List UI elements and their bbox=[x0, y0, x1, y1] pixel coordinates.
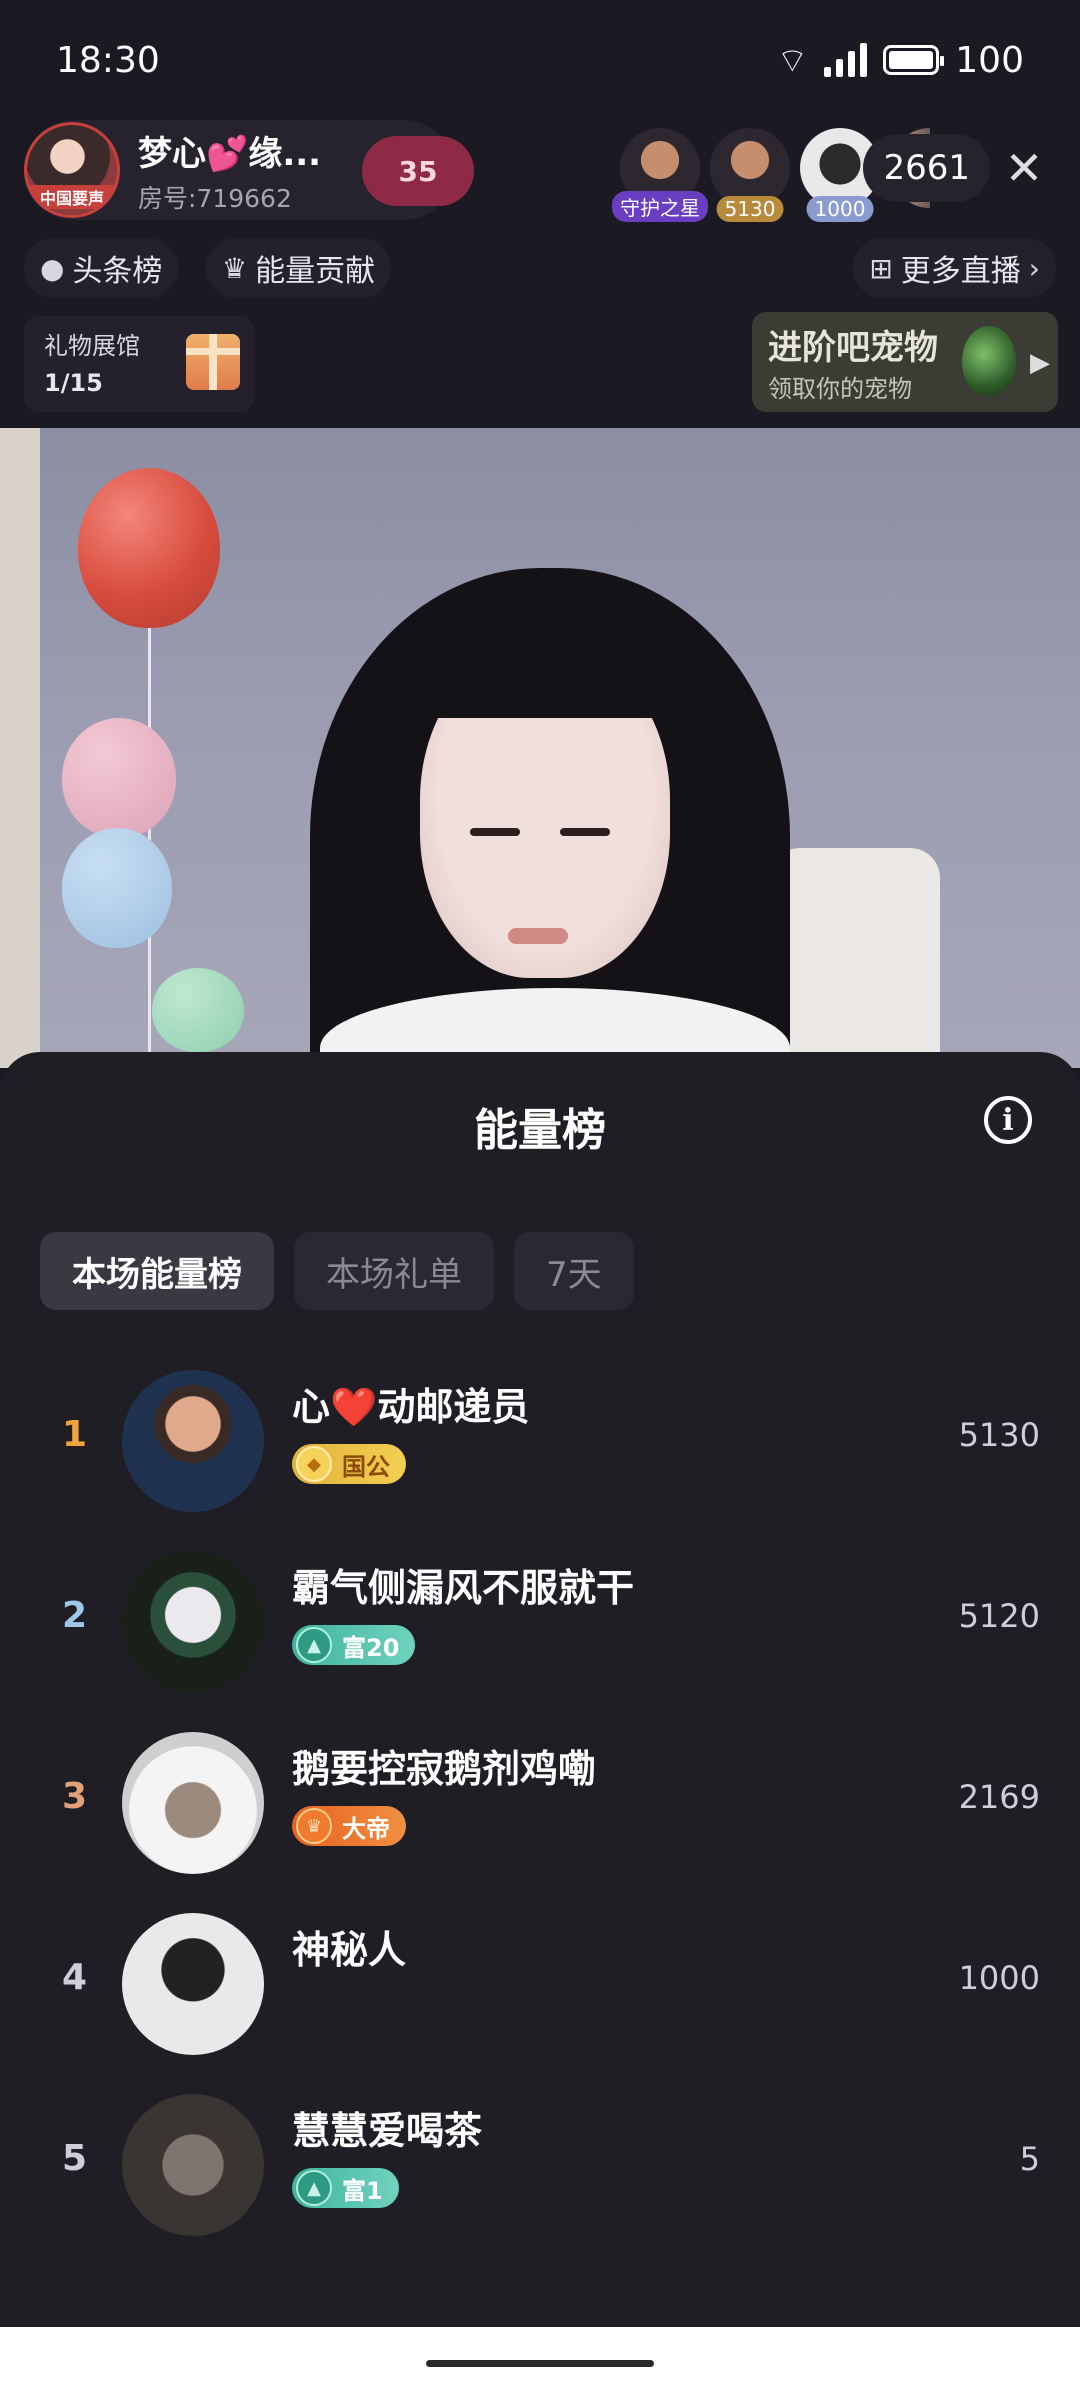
battery-level: 100 bbox=[955, 39, 1024, 81]
balloon-blue bbox=[62, 828, 172, 948]
drop-icon: ● bbox=[40, 251, 65, 285]
avatar[interactable] bbox=[122, 2094, 264, 2236]
level-badge: ◆ 国公 bbox=[292, 1444, 406, 1484]
streamer-eye bbox=[470, 828, 520, 836]
headline-chip[interactable]: ● 头条榜 bbox=[24, 238, 179, 298]
user-name: 神秘人 bbox=[292, 1928, 407, 1972]
viewer-count-button[interactable]: 2661 bbox=[863, 134, 990, 202]
level-badge: ▲ 富1 bbox=[292, 2168, 399, 2208]
follow-lip-button[interactable]: 35 bbox=[362, 136, 474, 206]
level-badge: ▲ 富20 bbox=[292, 1625, 416, 1665]
energy-score: 2169 bbox=[958, 1778, 1040, 1816]
rank-number: 5 bbox=[62, 2138, 88, 2179]
viewer-avatar[interactable]: 5130 bbox=[710, 128, 790, 222]
badge-label: 国公 bbox=[342, 1452, 390, 1481]
wifi-icon: ⌔ bbox=[776, 40, 809, 81]
emperor-icon: ♛ bbox=[296, 1808, 332, 1844]
energy-score: 5 bbox=[1019, 2140, 1040, 2178]
header-chips: ● 头条榜 ♛ 能量贡献 ⊞ 更多直播 › bbox=[24, 238, 1056, 298]
grid-icon: ⊞ bbox=[869, 251, 893, 285]
crown-icon: ♛ bbox=[222, 251, 248, 285]
chair bbox=[770, 848, 940, 1068]
streamer-fringe bbox=[430, 578, 660, 718]
status-time: 18:30 bbox=[56, 39, 160, 81]
live-video[interactable] bbox=[0, 428, 1080, 1068]
battery-icon bbox=[883, 45, 945, 75]
rank-number: 2 bbox=[62, 1595, 88, 1636]
list-item[interactable]: 5 慧慧爱喝茶 ▲ 富1 5 bbox=[0, 2076, 1080, 2257]
list-item[interactable]: 1 心❤️动邮递员 ◆ 国公 5130 bbox=[0, 1352, 1080, 1533]
leaderboard-tabs: 本场能量榜 本场礼单 7天 bbox=[40, 1232, 634, 1310]
avatar[interactable] bbox=[122, 1551, 264, 1693]
status-bar: 18:30 ⌔ 100 bbox=[0, 0, 1080, 120]
user-name: 霸气侧漏风不服就干 bbox=[292, 1566, 635, 1610]
signal-icon bbox=[824, 43, 868, 77]
play-arrow-icon: ▶ bbox=[1030, 348, 1050, 378]
energy-label: 能量贡献 bbox=[255, 254, 376, 289]
user-name: 鹅要控寂鹅剂鸡嘞 bbox=[292, 1747, 597, 1791]
rank-number: 3 bbox=[62, 1776, 88, 1817]
host-card[interactable]: 中国要声 梦心💕缘... 房号:719662 35 bbox=[24, 120, 474, 220]
host-name: 梦心💕缘... bbox=[138, 133, 322, 174]
energy-leaderboard-sheet: 能量榜 i 本场能量榜 本场礼单 7天 1 心❤️动邮递员 ◆ 国公 5130 … bbox=[0, 1052, 1080, 2327]
live-header: 中国要声 梦心💕缘... 房号:719662 35 守护之星 5130 1000 bbox=[0, 120, 1080, 430]
video-wall bbox=[0, 428, 40, 1068]
level-badge: ♛ 大帝 bbox=[292, 1806, 406, 1846]
duke-icon: ◆ bbox=[296, 1446, 332, 1482]
energy-score: 5120 bbox=[958, 1597, 1040, 1635]
viewer-tag: 5130 bbox=[716, 196, 784, 222]
pet-egg-icon bbox=[962, 326, 1016, 396]
avatar[interactable] bbox=[122, 1913, 264, 2055]
tab-seven-days[interactable]: 7天 bbox=[514, 1232, 634, 1310]
energy-chip[interactable]: ♛ 能量贡献 bbox=[206, 238, 392, 298]
viewer-tag: 1000 bbox=[806, 196, 874, 222]
avatar[interactable] bbox=[122, 1370, 264, 1512]
badge-label: 富20 bbox=[342, 1633, 400, 1662]
info-icon[interactable]: i bbox=[984, 1096, 1032, 1144]
more-live-label: 更多直播 bbox=[900, 254, 1021, 289]
chevron-right-icon: › bbox=[1028, 251, 1040, 285]
list-item[interactable]: 4 神秘人 1000 bbox=[0, 1895, 1080, 2076]
sheet-title: 能量榜 bbox=[474, 1105, 606, 1156]
rank-number: 4 bbox=[62, 1957, 88, 1998]
energy-score: 5130 bbox=[958, 1416, 1040, 1454]
host-tag: 中国要声 bbox=[27, 185, 117, 209]
rank-number: 1 bbox=[62, 1414, 88, 1455]
close-icon[interactable]: ✕ bbox=[994, 134, 1054, 202]
headline-label: 头条榜 bbox=[72, 254, 163, 289]
home-gesture-handle[interactable] bbox=[426, 2360, 654, 2367]
user-name: 心❤️动邮递员 bbox=[292, 1385, 530, 1429]
pet-banner[interactable]: 进阶吧宠物 领取你的宠物 ▶ bbox=[752, 312, 1058, 412]
leaderboard-list: 1 心❤️动邮递员 ◆ 国公 5130 2 霸气侧漏风不服就干 ▲ 富20 51… bbox=[0, 1352, 1080, 2257]
viewer-tag: 守护之星 bbox=[612, 191, 708, 222]
streamer-eye bbox=[560, 828, 610, 836]
wealth-icon: ▲ bbox=[296, 2170, 332, 2206]
more-live-chip[interactable]: ⊞ 更多直播 › bbox=[853, 238, 1056, 298]
tab-session-gifts[interactable]: 本场礼单 bbox=[294, 1232, 494, 1310]
system-nav-bar bbox=[0, 2327, 1080, 2400]
lip-count: 35 bbox=[398, 154, 438, 188]
host-avatar[interactable]: 中国要声 bbox=[24, 122, 120, 218]
badge-label: 大帝 bbox=[342, 1814, 390, 1843]
user-name: 慧慧爱喝茶 bbox=[292, 2109, 483, 2153]
balloon-green bbox=[152, 968, 244, 1052]
status-icons: ⌔ 100 bbox=[776, 39, 1024, 82]
viewer-count: 2661 bbox=[883, 148, 970, 188]
badge-label: 富1 bbox=[342, 2176, 383, 2205]
room-number: 房号:719662 bbox=[138, 183, 292, 213]
avatar[interactable] bbox=[122, 1732, 264, 1874]
list-item[interactable]: 2 霸气侧漏风不服就干 ▲ 富20 5120 bbox=[0, 1533, 1080, 1714]
energy-score: 1000 bbox=[958, 1959, 1040, 1997]
tab-session-energy[interactable]: 本场能量榜 bbox=[40, 1232, 274, 1310]
wealth-icon: ▲ bbox=[296, 1627, 332, 1663]
gift-box-icon bbox=[186, 334, 240, 390]
list-item[interactable]: 3 鹅要控寂鹅剂鸡嘞 ♛ 大帝 2169 bbox=[0, 1714, 1080, 1895]
streamer-mouth bbox=[508, 928, 568, 944]
viewer-avatar[interactable]: 守护之星 bbox=[612, 128, 708, 222]
host-info: 梦心💕缘... 房号:719662 bbox=[138, 126, 321, 215]
gift-hall-card[interactable]: 礼物展馆 1/15 bbox=[24, 316, 254, 412]
balloon-pink bbox=[62, 718, 176, 838]
balloon-red bbox=[78, 468, 220, 628]
